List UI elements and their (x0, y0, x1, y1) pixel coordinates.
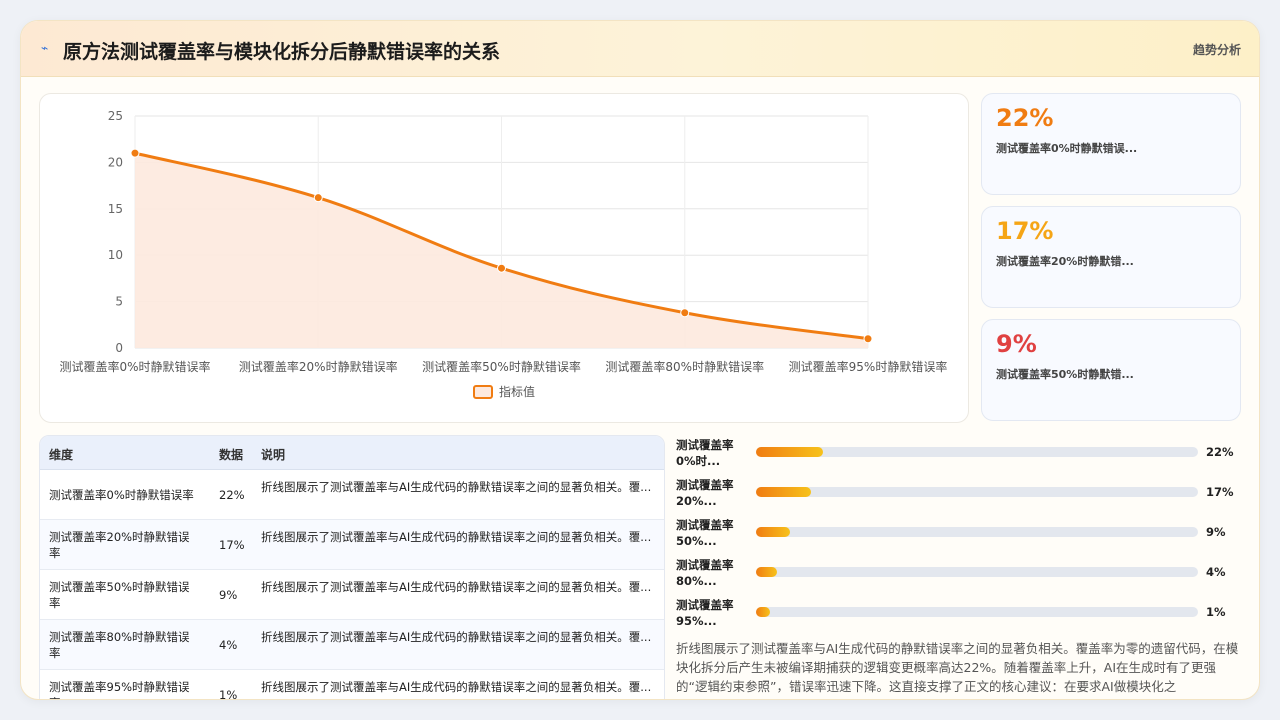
table-header: 维度 数据 说明 (40, 436, 664, 470)
progress-bar-label: 测试覆盖率95%... (676, 598, 734, 628)
progress-bar-value: 4% (1206, 565, 1226, 579)
data-point (313, 193, 323, 203)
trend-icon: ⌁ (41, 41, 49, 55)
progress-bar-row: 测试覆盖率80%... 4% (676, 555, 1246, 595)
kpi-label: 测试覆盖率50%时静默错... (996, 368, 1134, 381)
legend-label: 指标值 (499, 384, 535, 399)
x-tick-label: 测试覆盖率20%时静默错误率 (239, 359, 398, 374)
progress-bar-fill (756, 607, 770, 617)
x-tick-label: 测试覆盖率50%时静默错误率 (422, 359, 581, 374)
kpi-value: 17% (996, 217, 1054, 245)
progress-bar-track (756, 567, 1198, 577)
x-tick-label: 测试覆盖率0%时静默错误率 (59, 359, 210, 374)
table-cell-dimension: 测试覆盖率80%时静默错误率 (49, 630, 190, 660)
data-point (680, 308, 690, 318)
progress-bar-fill (756, 447, 824, 457)
table-cell-dimension: 测试覆盖率50%时静默错误率 (49, 580, 190, 610)
table-cell-value: 9% (219, 588, 238, 602)
table-cell-description: 折线图展示了测试覆盖率与AI生成代码的静默错误率之间的显著负相关。覆... (261, 680, 652, 694)
dashboard-card: ⌁ 原方法测试覆盖率与模块化拆分后静默错误率的关系 趋势分析 0 5 10 15 20 2… (20, 20, 1260, 700)
y-tick-label: 0 (115, 341, 123, 355)
progress-bar-value: 9% (1206, 525, 1226, 539)
table-cell-dimension: 测试覆盖率0%时静默错误率 (49, 488, 194, 502)
progress-bar-label: 测试覆盖率0%时... (676, 438, 734, 468)
column-header-data: 数据 (219, 448, 244, 462)
progress-bar-track (756, 527, 1198, 537)
page-title: 原方法测试覆盖率与模块化拆分后静默错误率的关系 (63, 41, 501, 63)
kpi-card-coverage-20: 17% 测试覆盖率20%时静默错... (981, 206, 1241, 308)
table-row: 测试覆盖率80%时静默错误率 4% 折线图展示了测试覆盖率与AI生成代码的静默错… (40, 620, 664, 670)
progress-bar-label: 测试覆盖率80%... (676, 558, 734, 588)
progress-bar-row: 测试覆盖率50%... 9% (676, 515, 1246, 555)
progress-bar-row: 测试覆盖率95%... 1% (676, 595, 1246, 635)
progress-bar-track (756, 447, 1198, 457)
progress-bar-label: 测试覆盖率20%... (676, 478, 734, 508)
kpi-label: 测试覆盖率20%时静默错... (996, 255, 1134, 268)
data-table: 维度 数据 说明 测试覆盖率0%时静默错误率 22% 折线图展示了测试覆盖率与A… (39, 435, 665, 700)
progress-bar-label: 测试覆盖率50%... (676, 518, 734, 548)
progress-bar-track (756, 607, 1198, 617)
table-row: 测试覆盖率50%时静默错误率 9% 折线图展示了测试覆盖率与AI生成代码的静默错… (40, 570, 664, 620)
kpi-card-coverage-0: 22% 测试覆盖率0%时静默错误... (981, 93, 1241, 195)
data-point (130, 148, 140, 158)
table-cell-value: 17% (219, 538, 245, 552)
y-tick-label: 20 (108, 155, 123, 169)
summary-text: 折线图展示了测试覆盖率与AI生成代码的静默错误率之间的显著负相关。覆盖率为零的遗… (676, 641, 1239, 694)
progress-bar-fill (756, 487, 811, 497)
kpi-label: 测试覆盖率0%时静默错误... (996, 142, 1138, 155)
progress-bar-value: 22% (1206, 445, 1234, 459)
table-cell-value: 1% (219, 688, 238, 700)
table-cell-dimension: 测试覆盖率95%时静默错误率 (49, 680, 190, 699)
table-row: 测试覆盖率20%时静默错误率 17% 折线图展示了测试覆盖率与AI生成代码的静默… (40, 520, 664, 570)
table-cell-description: 折线图展示了测试覆盖率与AI生成代码的静默错误率之间的显著负相关。覆... (261, 630, 652, 644)
y-tick-label: 5 (115, 295, 123, 309)
progress-bar-row: 测试覆盖率0%时... 22% (676, 435, 1246, 475)
table-cell-description: 折线图展示了测试覆盖率与AI生成代码的静默错误率之间的显著负相关。覆... (261, 480, 652, 494)
table-row: 测试覆盖率0%时静默错误率 22% 折线图展示了测试覆盖率与AI生成代码的静默错… (40, 470, 664, 520)
y-tick-label: 10 (108, 248, 123, 262)
table-row: 测试覆盖率95%时静默错误率 1% 折线图展示了测试覆盖率与AI生成代码的静默错… (40, 670, 664, 700)
table-cell-description: 折线图展示了测试覆盖率与AI生成代码的静默错误率之间的显著负相关。覆... (261, 530, 652, 544)
x-tick-label: 测试覆盖率95%时静默错误率 (789, 359, 948, 374)
data-point (497, 263, 506, 273)
progress-bar-row: 测试覆盖率20%... 17% (676, 475, 1246, 515)
header-bar: ⌁ 原方法测试覆盖率与模块化拆分后静默错误率的关系 趋势分析 (21, 21, 1259, 77)
progress-bar-fill (756, 567, 778, 577)
x-tick-label: 测试覆盖率80%时静默错误率 (605, 359, 764, 374)
table-cell-value: 22% (219, 488, 245, 502)
column-header-dimension: 维度 (49, 448, 74, 462)
trend-analysis-tag[interactable]: 趋势分析 (1193, 41, 1241, 58)
progress-bar-value: 17% (1206, 485, 1234, 499)
progress-bar-value: 1% (1206, 605, 1226, 619)
legend-swatch (473, 385, 493, 399)
y-tick-label: 15 (108, 202, 123, 216)
kpi-value: 9% (996, 330, 1037, 358)
table-cell-value: 4% (219, 638, 238, 652)
line-chart-panel: 0 5 10 15 20 25 测试覆盖率0%时静默错误率 测试覆盖率20%时静默错误率 测试覆… (39, 93, 969, 423)
table-cell-dimension: 测试覆盖率20%时静默错误率 (49, 530, 190, 560)
kpi-value: 22% (996, 104, 1054, 132)
progress-bar-fill (756, 527, 791, 537)
table-cell-description: 折线图展示了测试覆盖率与AI生成代码的静默错误率之间的显著负相关。覆... (261, 580, 652, 594)
data-point (863, 334, 873, 344)
y-tick-label: 25 (108, 109, 123, 123)
kpi-card-coverage-50: 9% 测试覆盖率50%时静默错... (981, 319, 1241, 421)
line-chart: 0 5 10 15 20 25 测试覆盖率0%时静默错误率 测试覆盖率20%时静默错误率 测试覆… (59, 109, 948, 399)
progress-bar-track (756, 487, 1198, 497)
progress-bar-list: 测试覆盖率0%时... 22% 测试覆盖率20%... 17% 测试覆盖率50%… (676, 435, 1246, 635)
column-header-description: 说明 (261, 448, 286, 462)
